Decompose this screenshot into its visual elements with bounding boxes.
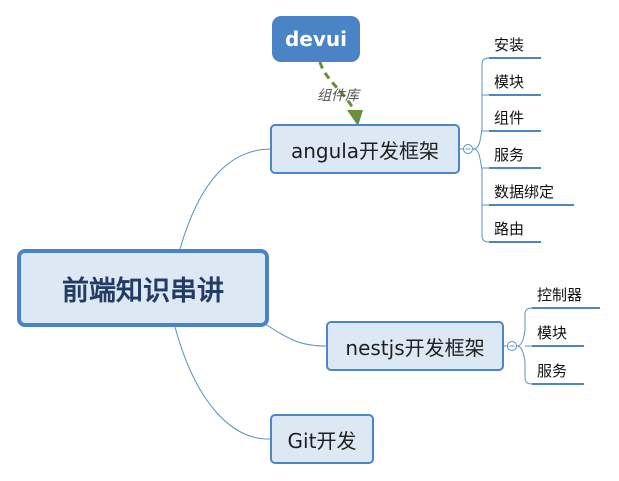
angular-leaf-routing[interactable]: 路由 <box>494 218 524 239</box>
nest-leaf-module[interactable]: 模块 <box>537 322 567 343</box>
angular-leaf-component[interactable]: 组件 <box>494 107 524 128</box>
relation-label: 组件库 <box>317 88 359 104</box>
nest-branch-node[interactable]: nestjs开发框架 <box>326 321 504 371</box>
root-node[interactable]: 前端知识串讲 <box>17 249 269 327</box>
devui-node[interactable]: devui <box>272 16 360 62</box>
mindmap-connectors <box>174 57 600 440</box>
connector-root-angular <box>179 148 271 250</box>
nest-leaf-controller[interactable]: 控制器 <box>537 284 582 305</box>
angular-leaf-service[interactable]: 服务 <box>494 144 524 165</box>
connector-root-git <box>174 326 271 440</box>
angular-leaf-install[interactable]: 安装 <box>494 34 524 55</box>
angular-leaf-data-binding[interactable]: 数据绑定 <box>494 181 554 202</box>
nest-leaf-service[interactable]: 服务 <box>537 360 567 381</box>
angular-branch-node[interactable]: angula开发框架 <box>270 124 460 174</box>
connector-root-nest <box>261 321 327 347</box>
angular-leaf-module[interactable]: 模块 <box>494 71 524 92</box>
git-branch-node[interactable]: Git开发 <box>270 414 374 464</box>
